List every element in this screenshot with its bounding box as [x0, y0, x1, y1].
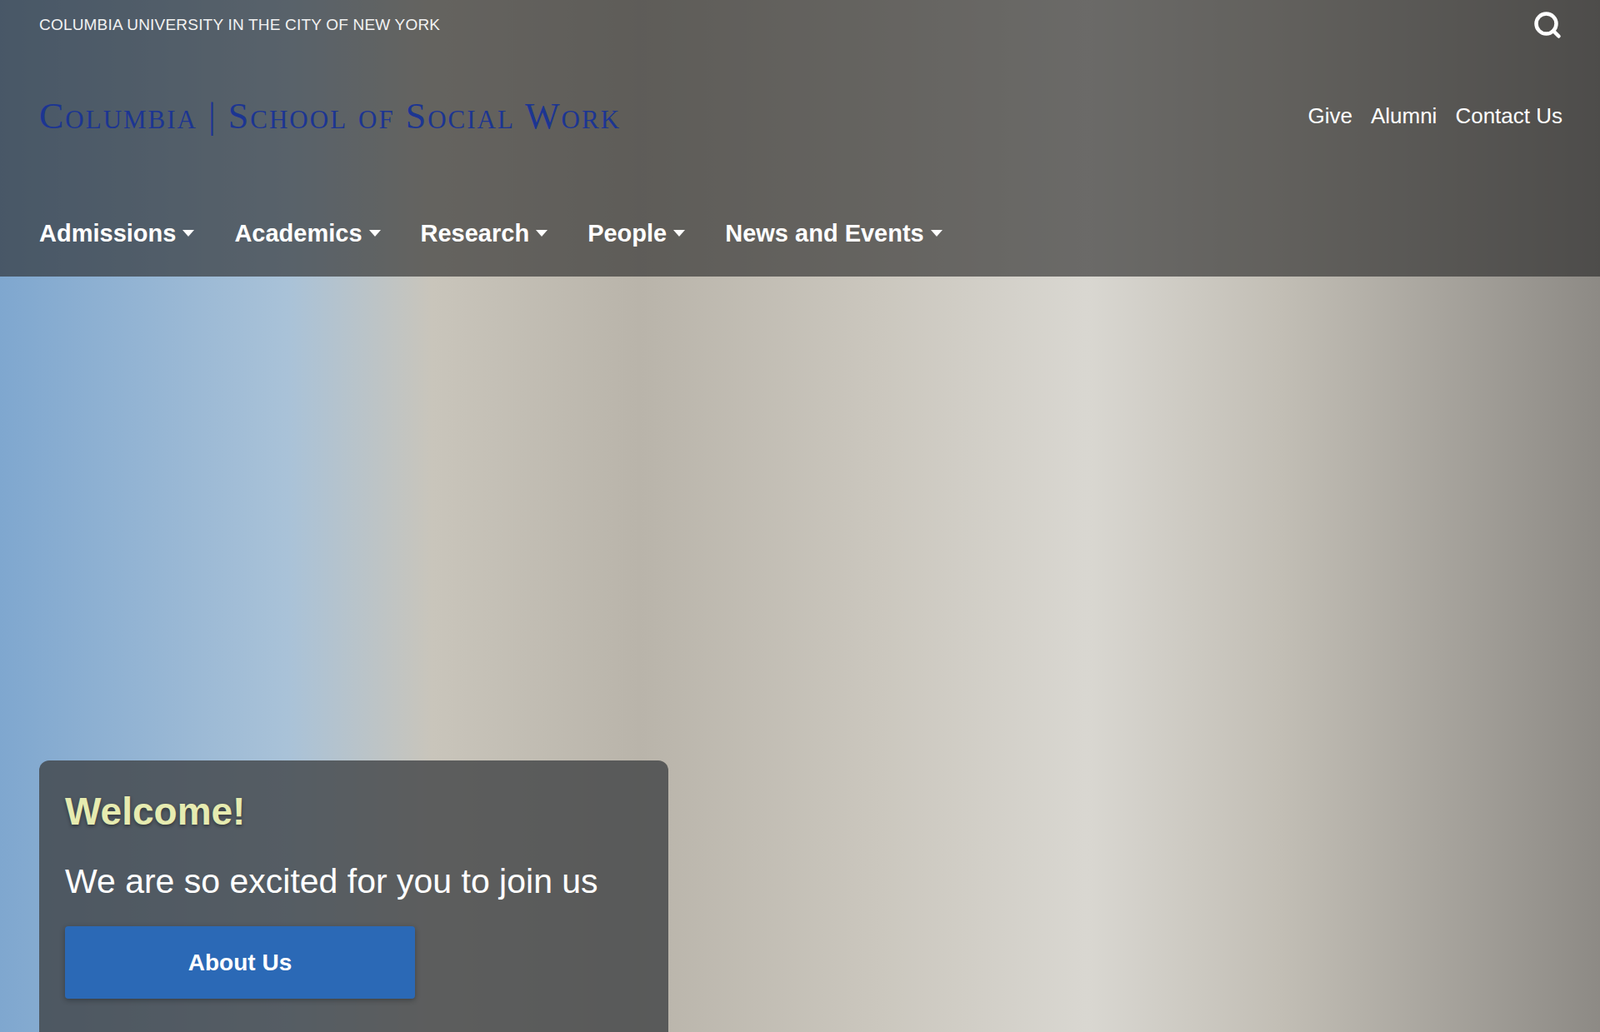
caret-down-icon [182, 229, 195, 238]
welcome-title: Welcome! [65, 789, 644, 835]
nav-item[interactable]: People [587, 220, 685, 248]
utility-link[interactable]: Give [1307, 103, 1352, 130]
caret-down-icon [369, 229, 381, 238]
search-icon [1532, 10, 1563, 40]
welcome-subtitle: We are so excited for you to join us [65, 862, 644, 902]
top-bar: COLUMBIA UNIVERSITY IN THE CITY OF NEW Y… [39, 10, 1563, 40]
school-logo[interactable]: Columbia | School of Social Work [39, 95, 621, 138]
caret-down-icon [535, 229, 548, 238]
nav-item[interactable]: Research [420, 220, 549, 248]
brand-row: Columbia | School of Social Work Give Alum… [39, 95, 1563, 138]
utility-link[interactable]: Contact Us [1455, 103, 1563, 130]
utility-link[interactable]: Alumni [1370, 103, 1437, 130]
about-us-button[interactable]: About Us [65, 926, 415, 1000]
nav-item[interactable]: Academics [234, 220, 380, 248]
site-header: COLUMBIA UNIVERSITY IN THE CITY OF NEW Y… [0, 0, 1600, 277]
page: COLUMBIA UNIVERSITY IN THE CITY OF NEW Y… [0, 0, 1600, 1032]
caret-down-icon [930, 229, 943, 238]
welcome-card: Welcome! We are so excited for you to joi… [39, 760, 669, 1032]
caret-down-icon [673, 229, 685, 238]
nav-item[interactable]: News and Events [725, 220, 943, 248]
university-name: COLUMBIA UNIVERSITY IN THE CITY OF NEW Y… [39, 15, 440, 35]
main-nav: Admissions Academics Research People News an… [39, 216, 1563, 250]
search-button[interactable] [1532, 10, 1563, 40]
nav-item[interactable]: Admissions [39, 220, 195, 248]
utility-links: Give Alumni Contact Us [1307, 103, 1563, 130]
